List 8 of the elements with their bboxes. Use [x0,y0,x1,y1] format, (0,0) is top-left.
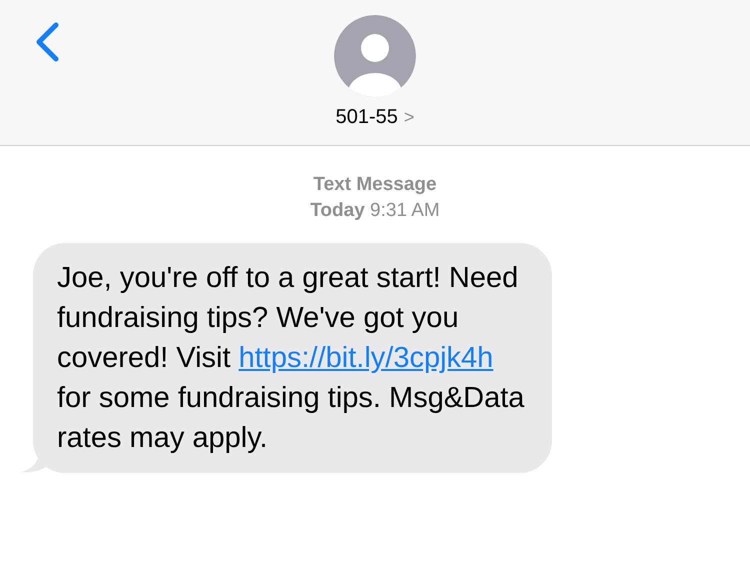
avatar-icon[interactable] [334,15,416,97]
chevron-icon[interactable]: > [404,104,414,130]
message-bubble: Joe, you're off to a great start! Need fundraising tips? We've got you covered! Visit https://bit.ly/3cpjk4h for some fundraising tips. Msg&Data rates may apply. [33,243,552,473]
contact-name[interactable]: 501-55 [336,102,398,132]
back-icon[interactable] [34,22,60,62]
message-link[interactable]: https://bit.ly/3cpjk4h [238,342,494,374]
service-label: Text Message [313,173,437,197]
timestamp: Today 9:31 AM [310,199,440,223]
